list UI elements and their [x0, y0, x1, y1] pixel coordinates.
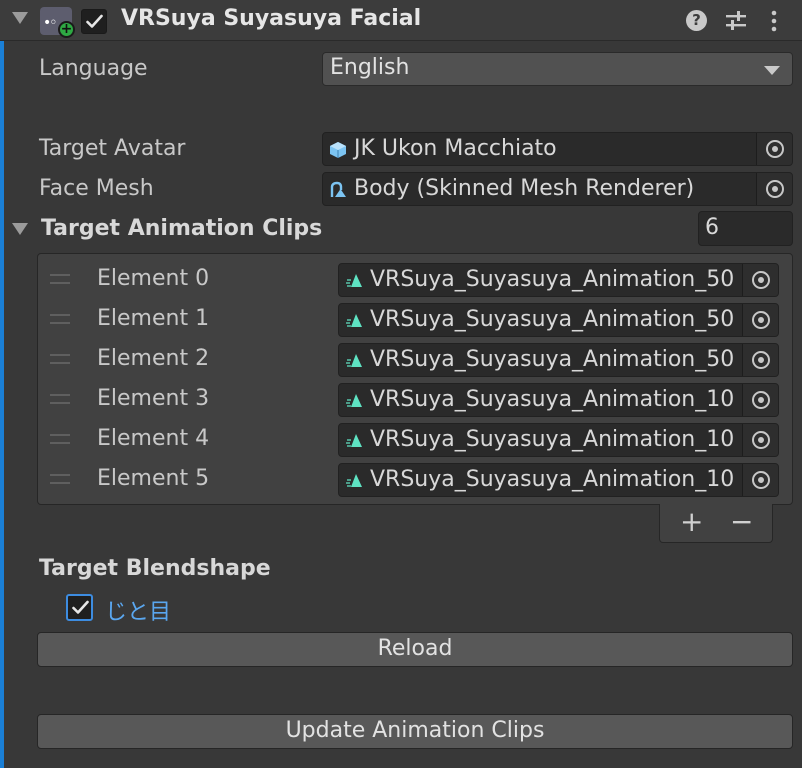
target-avatar-field[interactable]: JK Ukon Macchiato	[322, 132, 793, 166]
object-picker-button[interactable]	[756, 133, 792, 165]
element-label: Element 3	[97, 386, 210, 411]
animation-clip-icon	[346, 314, 362, 327]
drag-handle-icon[interactable]	[50, 434, 70, 444]
component-enabled-checkbox[interactable]	[81, 9, 107, 34]
object-picker-button[interactable]	[742, 424, 778, 456]
blendshape-label: Target Blendshape	[39, 556, 271, 581]
language-dropdown[interactable]: English	[322, 52, 793, 86]
element-label: Element 2	[97, 346, 210, 371]
object-picker-icon	[752, 471, 770, 489]
component-header[interactable]: •◦ + VRSuya Suyasuya Facial ?	[0, 0, 802, 41]
language-selected-value: English	[330, 55, 410, 80]
object-picker-button[interactable]	[742, 384, 778, 416]
animation-clip-icon	[346, 434, 362, 447]
script-icon: •◦ +	[40, 7, 75, 38]
drag-handle-icon[interactable]	[50, 474, 70, 484]
drag-handle-icon[interactable]	[50, 394, 70, 404]
list-item[interactable]: Element 1 VRSuya_Suyasuya_Animation_50	[38, 300, 792, 340]
drag-handle-icon[interactable]	[50, 354, 70, 364]
object-picker-button[interactable]	[742, 344, 778, 376]
object-picker-button[interactable]	[742, 264, 778, 296]
object-picker-icon	[752, 311, 770, 329]
object-picker-icon	[766, 140, 784, 158]
remove-element-button[interactable]: −	[730, 507, 753, 537]
object-picker-icon	[752, 271, 770, 289]
chevron-down-icon	[764, 66, 780, 75]
update-animation-clips-button[interactable]: Update Animation Clips	[37, 714, 793, 749]
context-menu-icon[interactable]	[768, 9, 780, 33]
checkmark-icon	[72, 600, 89, 614]
target-avatar-label: Target Avatar	[39, 136, 186, 161]
drag-handle-icon[interactable]	[50, 274, 70, 284]
selection-accent-bar	[0, 40, 4, 768]
list-footer: + −	[659, 504, 773, 543]
animation-clips-label[interactable]: Target Animation Clips	[41, 216, 322, 241]
list-item[interactable]: Element 3 VRSuya_Suyasuya_Animation_10	[38, 380, 792, 420]
animation-clip-icon	[346, 474, 362, 487]
animation-clip-field[interactable]: VRSuya_Suyasuya_Animation_50	[338, 263, 779, 297]
element-label: Element 4	[97, 426, 210, 451]
list-item[interactable]: Element 5 VRSuya_Suyasuya_Animation_10	[38, 460, 792, 500]
object-picker-icon	[752, 431, 770, 449]
animation-clip-value: VRSuya_Suyasuya_Animation_10	[370, 427, 735, 452]
animation-clip-value: VRSuya_Suyasuya_Animation_50	[370, 267, 735, 292]
element-label: Element 5	[97, 466, 210, 491]
foldout-arrow-icon[interactable]	[12, 223, 28, 235]
blendshape-option-label[interactable]: じと目	[105, 594, 171, 626]
reload-button[interactable]: Reload	[37, 632, 793, 667]
presets-icon[interactable]	[724, 9, 748, 33]
animation-clip-icon	[346, 274, 362, 287]
animation-clip-field[interactable]: VRSuya_Suyasuya_Animation_50	[338, 303, 779, 337]
animation-clips-list: Element 0 VRSuya_Suyasuya_Animation_50 E…	[37, 253, 793, 505]
animation-clip-value: VRSuya_Suyasuya_Animation_10	[370, 387, 735, 412]
face-mesh-label: Face Mesh	[39, 176, 154, 201]
object-picker-icon	[766, 180, 784, 198]
object-picker-icon	[752, 351, 770, 369]
drag-handle-icon[interactable]	[50, 314, 70, 324]
target-avatar-value: JK Ukon Macchiato	[354, 136, 557, 161]
animation-clip-field[interactable]: VRSuya_Suyasuya_Animation_10	[338, 463, 779, 497]
component-title: VRSuya Suyasuya Facial	[121, 6, 422, 31]
list-item[interactable]: Element 4 VRSuya_Suyasuya_Animation_10	[38, 420, 792, 460]
animation-clip-icon	[346, 354, 362, 367]
animation-clip-value: VRSuya_Suyasuya_Animation_50	[370, 307, 735, 332]
collapse-arrow-icon[interactable]	[12, 12, 28, 24]
list-item[interactable]: Element 2 VRSuya_Suyasuya_Animation_50	[38, 340, 792, 380]
face-mesh-value: Body (Skinned Mesh Renderer)	[354, 176, 695, 201]
animation-clip-field[interactable]: VRSuya_Suyasuya_Animation_10	[338, 383, 779, 417]
face-mesh-field[interactable]: Body (Skinned Mesh Renderer)	[322, 172, 793, 206]
object-picker-button[interactable]	[756, 173, 792, 205]
skinned-mesh-icon	[330, 181, 346, 197]
animation-clip-value: VRSuya_Suyasuya_Animation_50	[370, 347, 735, 372]
object-picker-button[interactable]	[742, 464, 778, 496]
language-label: Language	[39, 56, 148, 81]
blendshape-checkbox[interactable]	[66, 594, 93, 621]
object-picker-button[interactable]	[742, 304, 778, 336]
list-item[interactable]: Element 0 VRSuya_Suyasuya_Animation_50	[38, 260, 792, 300]
element-label: Element 1	[97, 306, 210, 331]
object-picker-icon	[752, 391, 770, 409]
help-icon[interactable]: ?	[686, 10, 707, 31]
animation-clip-field[interactable]: VRSuya_Suyasuya_Animation_10	[338, 423, 779, 457]
animation-clips-count: 6	[705, 215, 719, 240]
animation-clip-value: VRSuya_Suyasuya_Animation_10	[370, 467, 735, 492]
add-element-button[interactable]: +	[680, 507, 703, 537]
element-label: Element 0	[97, 266, 210, 291]
animation-clips-size-field[interactable]: 6	[698, 211, 793, 246]
prefab-icon	[330, 142, 346, 158]
add-badge-icon: +	[58, 21, 75, 38]
animation-clip-icon	[346, 394, 362, 407]
animation-clip-field[interactable]: VRSuya_Suyasuya_Animation_50	[338, 343, 779, 377]
